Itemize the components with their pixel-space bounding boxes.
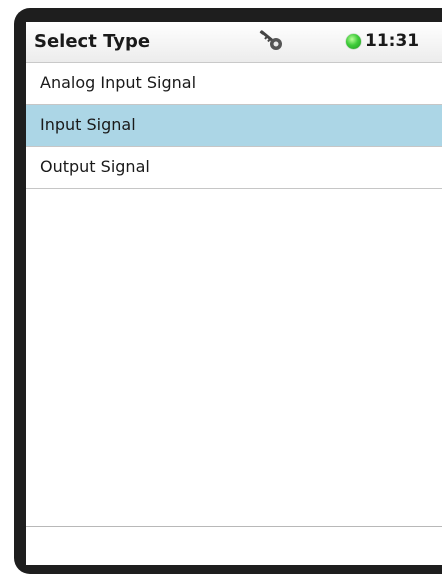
list-item-label: Input Signal	[40, 115, 136, 134]
list-item-output-signal[interactable]: Output Signal	[26, 147, 442, 189]
list-item-analog-input-signal[interactable]: Analog Input Signal	[26, 63, 442, 105]
list-item-label: Output Signal	[40, 157, 150, 176]
footer-bar	[26, 526, 442, 565]
header-bar: Select Type 11:31	[26, 22, 442, 63]
type-list: Analog Input Signal Input Signal Output …	[26, 63, 442, 189]
page-title: Select Type	[34, 31, 151, 52]
list-item-label: Analog Input Signal	[40, 73, 197, 92]
status-led-icon	[346, 34, 361, 49]
key-icon	[259, 30, 282, 50]
clock-time: 11:31	[365, 31, 420, 51]
screen: Select Type 11:31 Analog Input Signal In…	[26, 22, 442, 565]
list-item-input-signal[interactable]: Input Signal	[26, 105, 442, 147]
